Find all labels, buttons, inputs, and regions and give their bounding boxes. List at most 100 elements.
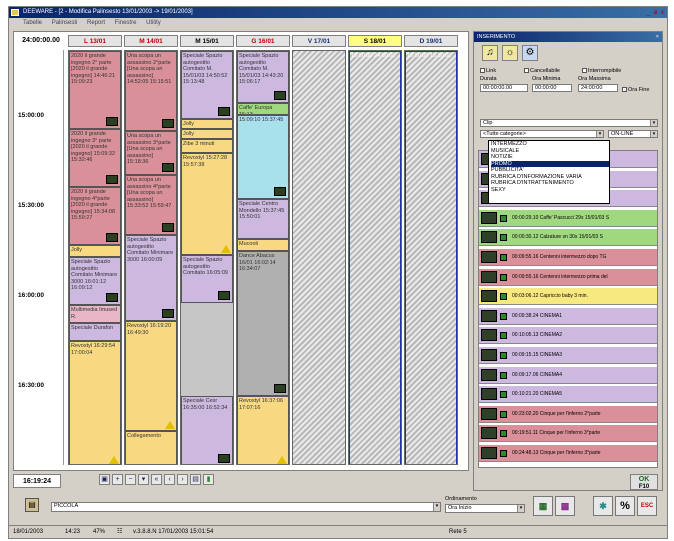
sun-icon[interactable]: ☼ — [502, 45, 518, 61]
bars-icon[interactable]: ▮ — [203, 474, 214, 485]
type-select[interactable]: Clip ▾ — [480, 119, 658, 127]
schedule-block[interactable]: Una scopa un assassino 2°parte [Una scop… — [125, 51, 177, 131]
zoom-out-icon[interactable]: − — [125, 474, 136, 485]
schedule-block[interactable]: Revostyl 15:27:28 15:57:38 — [181, 153, 233, 255]
check-icon[interactable] — [500, 273, 507, 281]
check-icon[interactable] — [500, 234, 507, 242]
check-icon[interactable] — [500, 430, 507, 438]
schedule-block[interactable]: Jolly — [181, 129, 233, 139]
check-icon[interactable] — [500, 332, 507, 340]
schedule-block[interactable]: 2020 il grande ingegno 4°parte [2020 il … — [69, 187, 121, 245]
list-item[interactable]: 00:24:48.13 Cinque per l'inferno 3°parte — [479, 445, 657, 462]
list-item[interactable]: 00:10:21.20 CINEMA5 — [479, 386, 657, 404]
percent-button[interactable]: % — [615, 496, 635, 516]
schedule-block[interactable]: 2020 il grande ingegno 2° parte [2020 il… — [69, 51, 121, 129]
schedule-block[interactable]: Speciale Centro Mondello 15:37:45 15:50:… — [237, 199, 289, 239]
menu-utility[interactable]: Utility — [146, 20, 161, 26]
list-item[interactable]: 00:09:15.15 CINEMA3 — [479, 347, 657, 364]
category-select[interactable]: <Tutte categorie> ▾ — [480, 130, 604, 138]
ordinamento-select[interactable]: Ora Inizio ▾ — [445, 504, 525, 513]
schedule-block[interactable]: Speciale Spazio autogestito Comitato Min… — [125, 235, 177, 321]
check-icon[interactable] — [500, 371, 507, 379]
category-option[interactable]: SEXY — [491, 187, 609, 194]
schedule-block[interactable]: Dance Abacus 16/01 16:02:14 16:34:07 — [237, 251, 289, 396]
day-column-0[interactable]: 2020 il grande ingegno 2° parte [2020 il… — [68, 50, 122, 465]
check-icon[interactable] — [500, 391, 507, 399]
day-column-5[interactable]: 15:00:00 24:00:00 — [348, 50, 402, 465]
check-icon[interactable] — [500, 352, 507, 359]
schedule-block[interactable]: Una scopa un assassino 3°parte [Una scop… — [125, 131, 177, 175]
check-icon[interactable] — [500, 312, 507, 320]
day-header-3[interactable]: G 16/01 — [236, 35, 290, 47]
day-header-6[interactable]: D 19/01 — [404, 35, 458, 47]
day-header-2[interactable]: M 15/01 — [180, 35, 234, 47]
schedule-block[interactable]: Mucooli — [237, 239, 289, 251]
day-column-2[interactable]: Speciale Spazio autogestito Comitato M. … — [180, 50, 234, 465]
category-dropdown-list[interactable]: INTERMEZZO MUSICALE NOTIZIE PROMO PUBBLICITA… — [488, 140, 610, 204]
schedule-block[interactable]: Speciale Spazio autogestito Comitato M. … — [181, 51, 233, 119]
settings-icon[interactable]: ⚙ — [522, 45, 538, 61]
schedule-block[interactable]: Revostyl 16:29:54 17:00:04 — [69, 341, 121, 464]
piccola-select[interactable]: PICCOLA ▾ — [51, 502, 441, 512]
list-item[interactable]: 00:09:55.16 Centenni intermezzo dopo TG — [479, 249, 657, 266]
menu-finestre[interactable]: Finestre — [115, 20, 137, 26]
film-strip-icon[interactable]: ▦ — [533, 496, 553, 516]
list-item[interactable]: 00:09:55.16 Centenni intermezzo prima de… — [479, 268, 657, 286]
window-titlebar[interactable]: DEEWARE - [2 - Modifica Palinsesto 13/01… — [9, 7, 667, 18]
next-icon[interactable]: › — [177, 474, 188, 485]
film-icon[interactable]: ▤ — [190, 474, 201, 485]
day-header-1[interactable]: M 14/01 — [124, 35, 178, 47]
list-item[interactable]: 00:00:30.12 Calzature sn 30s 15/01/03 S — [479, 229, 657, 247]
durata-field[interactable]: 00:00:00.00 — [480, 84, 528, 92]
day-header-4[interactable]: V 17/01 — [292, 35, 346, 47]
schedule-block[interactable]: Revostyl 16:19:20 16:49:30 — [125, 321, 177, 431]
menu-report[interactable]: Report — [87, 20, 105, 26]
day-column-3[interactable]: Speciale Spazio autogestito Comitato M. … — [236, 50, 290, 465]
ora-minima-field[interactable]: 00:00:00 — [532, 84, 572, 92]
list-item[interactable]: 00:19:51.11 Cinque per l'inferno 3°parte — [479, 425, 657, 443]
ok-button[interactable]: OK F10 — [630, 474, 658, 490]
online-select[interactable]: ON-LINE ▾ — [608, 130, 658, 138]
music-icon[interactable]: ♫ — [482, 45, 498, 61]
ora-fine-checkbox[interactable]: Ora Fine — [622, 87, 649, 93]
list-item[interactable]: 00:10:05.13 CINEMA2 — [479, 327, 657, 345]
grid-icon[interactable]: ▩ — [555, 496, 575, 516]
ora-massima-field[interactable]: 24:00:00 — [578, 84, 618, 92]
first-icon[interactable]: « — [151, 474, 162, 485]
check-icon[interactable] — [500, 254, 507, 261]
day-header-0[interactable]: L 13/01 — [68, 35, 122, 47]
schedule-block[interactable]: Speciale Durafon — [69, 323, 121, 341]
schedule-block[interactable]: Jolly — [181, 119, 233, 129]
day-column-1[interactable]: Una scopa un assassino 2°parte [Una scop… — [124, 50, 178, 465]
schedule-block[interactable]: Revostyl 16:37:06 17:07:16 — [237, 396, 289, 464]
schedule-block[interactable]: 2020 il grande ingegno 3° parte [2020 il… — [69, 129, 121, 187]
filter-icon[interactable]: ▾ — [138, 474, 149, 485]
schedule-block[interactable]: Speciale Spazio autogestito Comitato M. … — [237, 51, 289, 103]
zoom-in-icon[interactable]: + — [112, 474, 123, 485]
day-column-4[interactable] — [292, 50, 346, 465]
day-column-6[interactable]: 15:00:00 15:30:00 — [404, 50, 458, 465]
schedule-block[interactable]: 15:09:10 15:37:45 — [237, 115, 289, 199]
menu-palinsesti[interactable]: Palinsesti — [52, 20, 78, 26]
tools-icon[interactable]: ✱ — [593, 496, 613, 516]
list-item[interactable]: 00:23:02.20 Cinque per l'inferno 2°parte — [479, 405, 657, 423]
schedule-block[interactable]: Multimedia Imused R. — [69, 305, 121, 323]
schedule-block[interactable]: Collegamento — [125, 431, 177, 464]
check-icon[interactable] — [500, 410, 507, 418]
schedule-block[interactable]: Speciale Spazio autogestito Comitato Min… — [69, 257, 121, 305]
list-item[interactable]: 00:00:29.10 Caffe' Pascucci 29s 15/01/03… — [479, 209, 657, 227]
schedule-block[interactable]: Una scopa un assassino 4°parte [Una scop… — [125, 175, 177, 235]
list-item[interactable]: 00:03:06.12 Capriccio baby 3 min. — [479, 288, 657, 306]
check-icon[interactable] — [500, 214, 507, 222]
schedule-block[interactable]: 15:00:00 24:00:00 — [349, 51, 401, 464]
panel-close-icon[interactable]: × — [656, 32, 659, 42]
schedule-block[interactable]: Speciale Spazio autogestito Comitato 16:… — [181, 255, 233, 303]
list-item[interactable]: 00:09:17.06 CINEMA4 — [479, 366, 657, 384]
schedule-block[interactable]: Jolly — [69, 245, 121, 257]
menu-tabelle[interactable]: Tabelle — [23, 20, 42, 26]
schedule-block[interactable]: 15:00:00 15:30:00 — [405, 51, 457, 464]
prev-icon[interactable]: ‹ — [164, 474, 175, 485]
check-icon[interactable] — [500, 450, 507, 457]
day-header-5[interactable]: S 18/01 — [348, 35, 402, 47]
list-item[interactable]: 00:09:38.24 CINEMA1 — [479, 307, 657, 325]
